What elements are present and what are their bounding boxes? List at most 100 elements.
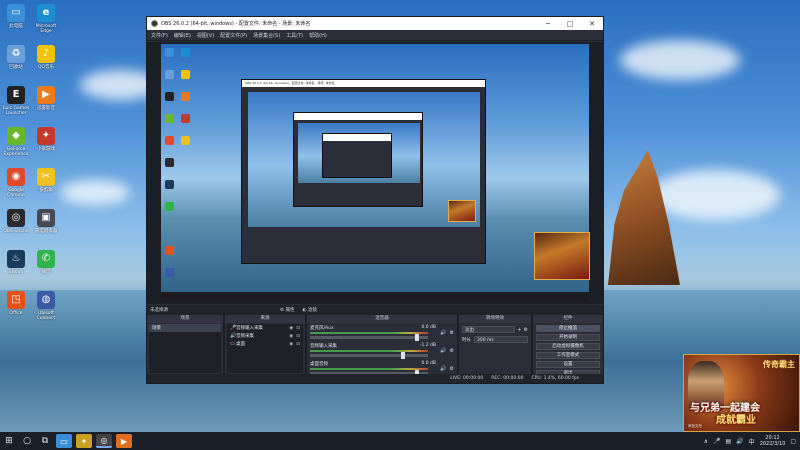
menu-item[interactable]: 配置文件(P) [220, 32, 247, 39]
obs-window[interactable]: OBS 26.0.2 (64-bit, windows) - 配置文件: 未命名… [146, 16, 604, 384]
desktop-icon-label: 雷电模拟器 [34, 229, 58, 234]
sources-list[interactable]: 🎤 音频输入采集 ◉ ⊡ 🔊 音频采集 ◉ ⊡ ▭ 桌面 ◉ ⊡ [227, 324, 303, 373]
channel-gear-icon[interactable]: ⚙ [450, 348, 454, 354]
desktop-icon[interactable]: ▣ 雷电模拟器 [30, 209, 62, 234]
clock[interactable]: 20:12 2022/3/10 [760, 435, 786, 448]
desktop-icon[interactable]: ◎ OBS Studio [0, 209, 32, 234]
taskbar-game-icon[interactable]: ✦ [76, 434, 92, 448]
start-button[interactable]: ⊞ [0, 432, 18, 450]
menu-item[interactable]: 场景集合(S) [253, 32, 280, 39]
desktop-icon[interactable]: ◉ Google Chrome [0, 168, 32, 198]
control-button[interactable]: 设置 [536, 360, 600, 368]
mic-icon[interactable]: 🎤 [713, 438, 720, 445]
desktop-icon-label: 快剪辑 [39, 188, 53, 193]
desktop-app-icon: E [7, 86, 25, 104]
volume-slider[interactable] [310, 352, 429, 359]
lock-icon[interactable]: ⊡ [296, 342, 300, 347]
maximize-button[interactable]: □ [559, 20, 581, 28]
channel-gear-icon[interactable]: ⚙ [450, 366, 454, 372]
filters-button[interactable]: ◐ 滤镜 [302, 307, 316, 313]
minimize-button[interactable]: ─ [537, 20, 559, 28]
taskbar-app-icon[interactable]: ▶ [116, 434, 132, 448]
menu-item[interactable]: 视图(V) [197, 32, 214, 39]
network-icon[interactable]: ▤ [726, 438, 732, 445]
speaker-icon[interactable]: 🔊 [440, 366, 446, 372]
speaker-icon[interactable]: 🔊 [440, 330, 446, 336]
windows-taskbar: ⊞ ○ ⧉ ▭ ✦ ◎ ▶ ∧ 🎤 ▤ 🔊 中 20:12 2022/3/10 … [0, 432, 800, 450]
desktop-icon[interactable]: ♻ 回收站 [0, 45, 32, 70]
obs-docks: 场景 场景 + − ∧ ∨ 来源 🎤 音频输入采集 ◉⊡🔊 音频采集 ◉⊡▭ 桌… [147, 315, 603, 383]
lock-icon[interactable]: ⊡ [296, 334, 300, 339]
transition-type-select[interactable]: 淡出 [462, 326, 516, 333]
obs-menubar: 文件(F) 编辑(E) 视图(V) 配置文件(P) 场景集合(S) 工具(T) 帮助(H) [147, 30, 603, 41]
close-button[interactable]: ✕ [581, 20, 603, 28]
desktop-app-icon: ✂ [37, 168, 55, 186]
control-button[interactable]: 工作室模式 [536, 351, 600, 359]
desktop-icon[interactable]: ▭ 此电脑 [0, 4, 32, 29]
desktop-icon[interactable]: ◆ GeForce Experience [0, 127, 32, 157]
menu-item[interactable]: 帮助(H) [309, 32, 327, 39]
desktop-icon[interactable]: ✂ 快剪辑 [30, 168, 62, 193]
notification-icon[interactable]: ▢ [790, 438, 796, 445]
desktop-icon-label: 微信 [41, 270, 51, 275]
visibility-eye-icon[interactable]: ◉ [289, 326, 293, 331]
duration-label: 时长 [462, 337, 471, 343]
source-label: 桌面 [236, 342, 245, 347]
source-item[interactable]: ▭ 桌面 ◉ ⊡ [227, 340, 303, 348]
menu-item[interactable]: 工具(T) [286, 32, 303, 39]
volume-slider[interactable] [310, 334, 429, 341]
tray-expand-icon[interactable]: ∧ [704, 438, 708, 445]
ad-slogan-line2: 成就霸业 [716, 415, 756, 426]
obs-preview[interactable]: OBS 26.0.2 (64-bit, windows) - 配置文件: 未命名… [147, 42, 603, 304]
cpu-status: CPU: 1.4%, 60.00 fps [531, 376, 580, 381]
desktop-icon[interactable]: ♨ Steam [0, 250, 32, 275]
ime-icon[interactable]: 中 [749, 437, 755, 446]
desktop-app-icon: ◆ [7, 127, 25, 145]
source-item[interactable]: 🎤 音频输入采集 ◉ ⊡ [227, 324, 303, 332]
properties-button[interactable]: ⚙ 属性 [280, 307, 294, 313]
transition-add-icon[interactable]: + [517, 327, 521, 333]
control-button[interactable]: 启动虚拟摄像机 [536, 342, 600, 350]
desktop-icon[interactable]: ✆ 微信 [30, 250, 62, 275]
desktop-icon[interactable]: ◍ Ubisoft Connect [30, 291, 62, 321]
nested-obs-title: OBS 26.0.2 (64-bit, windows) - 配置文件: 未命名… [242, 80, 485, 87]
channel-gear-icon[interactable]: ⚙ [450, 330, 454, 336]
scenes-list[interactable]: 场景 [149, 324, 221, 373]
file-explorer-icon[interactable]: ▭ [56, 434, 72, 448]
visibility-eye-icon[interactable]: ◉ [289, 334, 293, 339]
desktop-icon[interactable]: e Microsoft Edge [30, 4, 62, 34]
obs-titlebar[interactable]: OBS 26.0.2 (64-bit, windows) - 配置文件: 未命名… [147, 17, 603, 30]
desktop-icon[interactable]: ♪ QQ音乐 [30, 45, 62, 70]
desktop-icon-label: Epic Games Launcher [2, 106, 30, 117]
volume-icon[interactable]: 🔊 [736, 438, 743, 445]
source-properties-bar: 未选择源 ⚙ 属性 ◐ 滤镜 [147, 305, 603, 315]
source-item[interactable]: 🔊 音频采集 ◉ ⊡ [227, 332, 303, 340]
volume-knob[interactable] [415, 334, 420, 341]
volume-knob[interactable] [400, 352, 405, 359]
preview-game-ad [534, 232, 590, 280]
control-button[interactable]: 开始录制 [536, 333, 600, 341]
lock-icon[interactable]: ⊡ [296, 326, 300, 331]
preview-taskbar [161, 292, 589, 302]
control-button[interactable]: 停止推流 [536, 324, 600, 332]
speaker-icon[interactable]: 🔊 [440, 348, 446, 354]
visibility-eye-icon[interactable]: ◉ [289, 342, 293, 347]
menu-item[interactable]: 编辑(E) [174, 32, 191, 39]
desktop-icon[interactable]: ▶ 迅雷影音 [30, 86, 62, 111]
desktop-app-icon: ♨ [7, 250, 25, 268]
desktop-icon[interactable]: ✦ 小菊游戏 [30, 127, 62, 152]
search-icon[interactable]: ○ [18, 432, 36, 450]
desktop-icon-label: Google Chrome [7, 188, 25, 199]
transition-settings-icon[interactable]: ⚙ [524, 327, 528, 333]
channel-name: 音频输入采集 [310, 344, 337, 349]
task-view-icon[interactable]: ⧉ [36, 432, 54, 450]
audio-meter [310, 350, 429, 352]
duration-input[interactable]: 300 ms [474, 336, 528, 343]
taskbar-obs-icon[interactable]: ◎ [96, 434, 112, 448]
desktop-icon[interactable]: ◳ Office [0, 291, 32, 316]
desktop-app-icon: ◳ [7, 291, 25, 309]
game-ad-popup[interactable]: 传奇霸主 与兄弟一起建会 成就霸业 审批文号 [683, 354, 800, 432]
menu-item[interactable]: 文件(F) [151, 32, 168, 39]
scene-item[interactable]: 场景 [149, 324, 221, 332]
desktop-icon[interactable]: E Epic Games Launcher [0, 86, 32, 116]
